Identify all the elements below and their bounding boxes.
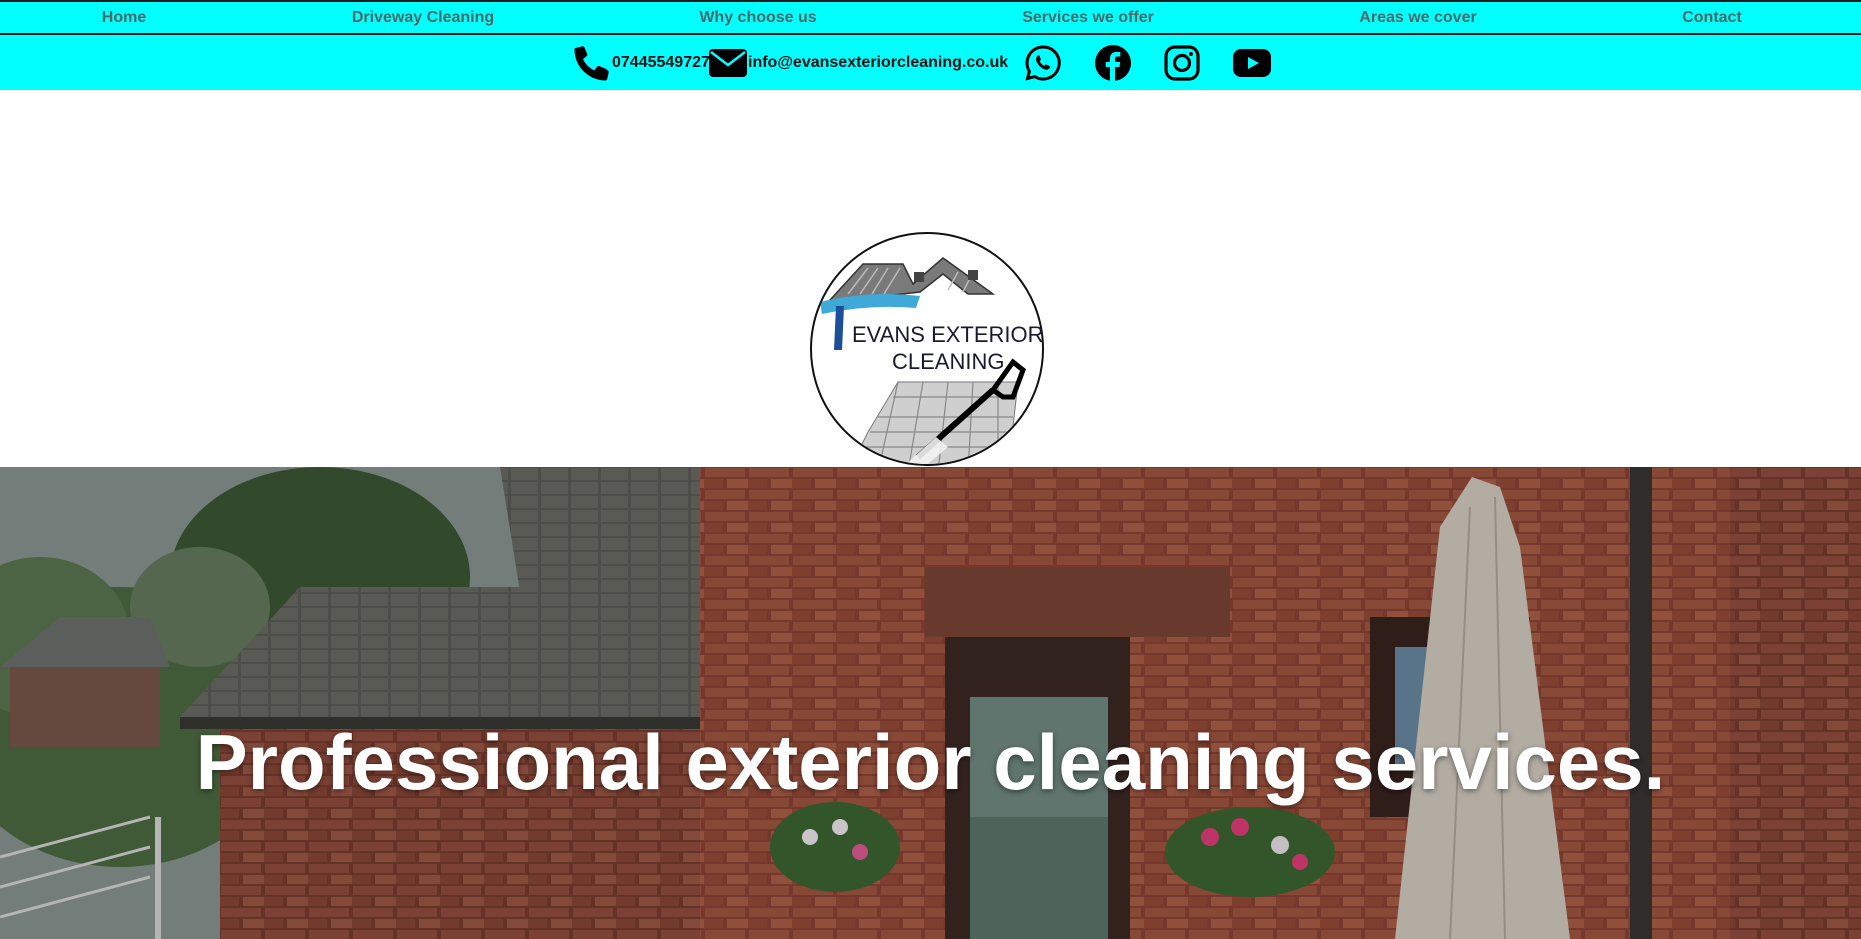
contact-bar: 07445549727 info@evansexteriorcleaning.c… xyxy=(0,35,1861,90)
hero-headline: Professional exterior cleaning services. xyxy=(195,718,1666,806)
hero-section: Professional exterior cleaning services. xyxy=(0,467,1861,939)
instagram-icon xyxy=(1164,44,1200,81)
phone-link[interactable]: 07445549727 xyxy=(572,35,710,90)
logo-graphic: EVANS EXTERIOR CLEANING xyxy=(810,232,1044,466)
company-logo[interactable]: EVANS EXTERIOR CLEANING xyxy=(808,232,1046,467)
nav-contact[interactable]: Contact xyxy=(1682,9,1742,27)
instagram-link[interactable] xyxy=(1164,35,1200,90)
phone-number: 07445549727 xyxy=(612,53,710,71)
facebook-link[interactable] xyxy=(1094,35,1132,90)
nav-home[interactable]: Home xyxy=(102,9,146,27)
nav-services-we-offer[interactable]: Services we offer xyxy=(1022,9,1154,27)
youtube-link[interactable] xyxy=(1233,35,1271,90)
facebook-icon xyxy=(1094,44,1132,82)
hero-background-image xyxy=(0,467,1861,939)
youtube-icon xyxy=(1233,48,1271,77)
nav-why-choose-us[interactable]: Why choose us xyxy=(699,9,816,27)
logo-text-line2: CLEANING xyxy=(892,349,1004,374)
phone-icon xyxy=(572,43,612,83)
logo-text-line1: EVANS EXTERIOR xyxy=(852,322,1044,347)
email-address: info@evansexteriorcleaning.co.uk xyxy=(748,53,1009,71)
whatsapp-link[interactable] xyxy=(1024,35,1062,90)
envelope-icon xyxy=(708,47,748,79)
nav-driveway-cleaning[interactable]: Driveway Cleaning xyxy=(352,9,494,27)
nav-areas-we-cover[interactable]: Areas we cover xyxy=(1359,9,1476,27)
whatsapp-icon xyxy=(1024,44,1062,82)
main-nav: Home Driveway Cleaning Why choose us Ser… xyxy=(0,0,1861,35)
email-link[interactable]: info@evansexteriorcleaning.co.uk xyxy=(708,35,1008,90)
